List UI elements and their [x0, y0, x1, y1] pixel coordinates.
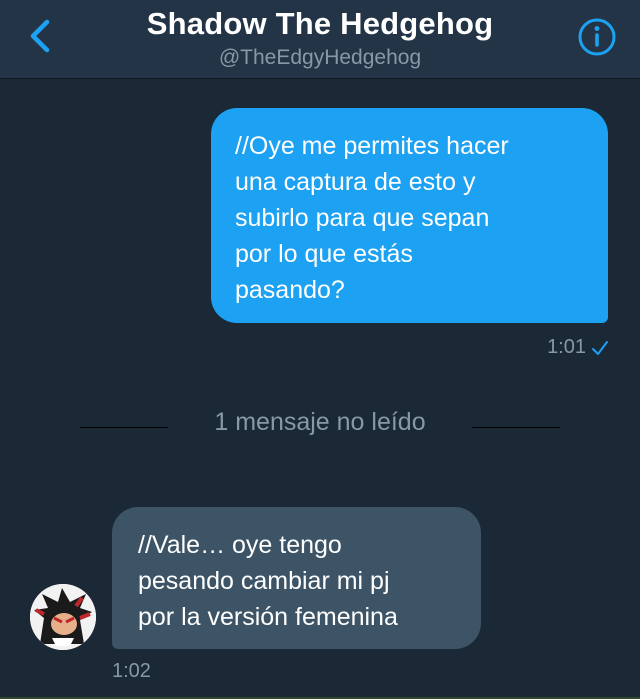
message-line: pesando cambiar mi pj — [138, 567, 390, 595]
message-line: una captura de esto y — [235, 168, 476, 196]
message-line: //Vale… oye tengo — [138, 531, 342, 559]
message-line: por la versión femenina — [138, 603, 398, 631]
message-timestamp: 1:02 — [112, 660, 151, 682]
conversation-header: Shadow The Hedgehog @TheEdgyHedgehog — [0, 0, 640, 79]
avatar[interactable] — [30, 584, 96, 650]
message-line: //Oye me permites hacer — [235, 132, 509, 160]
check-icon — [592, 340, 608, 355]
message-line: pasando? — [235, 276, 345, 304]
unread-divider-label: 1 mensaje no leído — [214, 408, 426, 436]
unread-divider: 1 mensaje no leído — [0, 404, 640, 444]
message-line: por lo que estás — [235, 240, 413, 268]
dm-conversation-screen: Shadow The Hedgehog @TheEdgyHedgehog //O… — [0, 0, 640, 699]
conversation-title[interactable]: Shadow The Hedgehog — [0, 6, 640, 42]
conversation-handle: @TheEdgyHedgehog — [218, 46, 422, 69]
outgoing-message-meta: 1:01 — [547, 336, 610, 359]
divider-line — [472, 427, 560, 428]
hedgehog-avatar-icon — [30, 584, 96, 650]
message-timestamp: 1:01 — [547, 336, 586, 358]
message-line: subirlo para que sepan — [235, 204, 490, 232]
info-button[interactable] — [574, 14, 620, 60]
info-circle-icon — [578, 18, 616, 56]
outgoing-message-bubble[interactable]: //Oye me permites hacer una captura de e… — [211, 108, 608, 323]
incoming-message-bubble[interactable]: //Vale… oye tengo pesando cambiar mi pj … — [112, 507, 481, 649]
